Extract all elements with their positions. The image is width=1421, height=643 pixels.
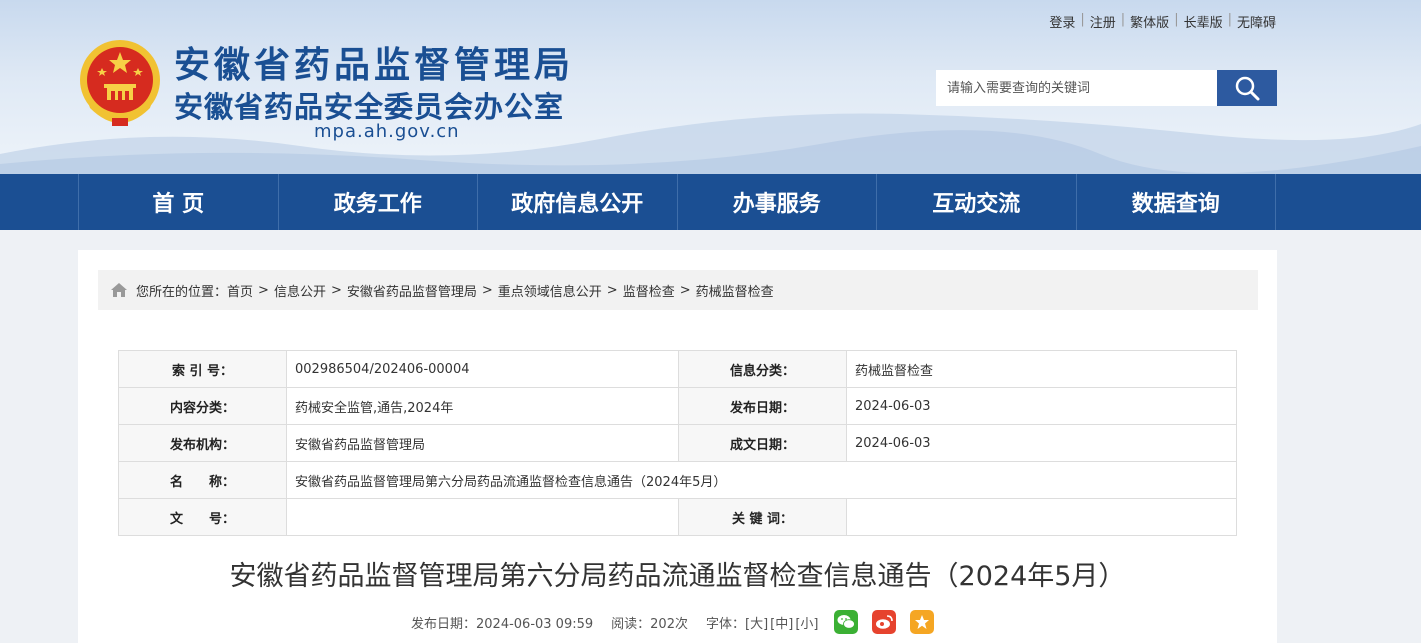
- table-row: 索 引 号： 002986504/202406-00004 信息分类： 药械监督…: [118, 350, 1237, 388]
- site-header: 安徽省药品监督管理局 安徽省药品安全委员会办公室 mpa.ah.gov.cn 登…: [0, 0, 1421, 174]
- doc-no-value: [286, 498, 679, 536]
- search-input[interactable]: [936, 70, 1217, 106]
- content-type-label: 内容分类：: [118, 387, 287, 425]
- name-value: 安徽省药品监督管理局第六分局药品流通监督检查信息通告（2024年5月）: [286, 461, 1237, 499]
- name-label: 名 称：: [118, 461, 287, 499]
- org-value: 安徽省药品监督管理局: [286, 424, 679, 462]
- breadcrumb-prefix: 您所在的位置：: [136, 284, 228, 300]
- nav-interaction[interactable]: 互动交流: [877, 174, 1077, 230]
- main-nav: 首 页 政务工作 政府信息公开 办事服务 互动交流 数据查询: [0, 174, 1421, 230]
- link-separator: |: [1120, 12, 1126, 27]
- font-medium-button[interactable]: [中]: [770, 613, 793, 632]
- share-wechat-button[interactable]: [834, 610, 859, 634]
- category-label: 信息分类：: [678, 350, 847, 388]
- wechat-icon: [837, 615, 856, 629]
- national-emblem-icon: [80, 40, 160, 126]
- keywords-label: 关 键 词：: [678, 498, 847, 536]
- site-domain: mpa.ah.gov.cn: [314, 121, 460, 142]
- share-weibo-button[interactable]: [872, 610, 897, 634]
- article-title: 安徽省药品监督管理局第六分局药品流通监督检查信息通告（2024年5月）: [229, 561, 1126, 592]
- info-metadata-table: 索 引 号： 002986504/202406-00004 信息分类： 药械监督…: [118, 350, 1237, 536]
- publish-date-value: 2024-06-03: [846, 387, 1237, 425]
- main-content: 您所在的位置： 首页 > 信息公开 > 安徽省药品监督管理局 > 重点领域信息公…: [78, 250, 1277, 643]
- register-link[interactable]: 注册: [1090, 12, 1116, 31]
- created-date-label: 成文日期：: [678, 424, 847, 462]
- font-large-button[interactable]: [大]: [745, 613, 768, 632]
- breadcrumb-item[interactable]: 药械监督检查: [696, 281, 774, 300]
- breadcrumb-item[interactable]: 监督检查: [623, 281, 675, 300]
- view-count: 阅读：202次: [611, 616, 688, 632]
- breadcrumb-separator: >: [481, 282, 493, 298]
- table-row: 内容分类： 药械安全监管,通告,2024年 发布日期： 2024-06-03: [118, 387, 1237, 425]
- index-value: 002986504/202406-00004: [286, 350, 679, 388]
- weibo-icon: [876, 615, 894, 629]
- org-label: 发布机构：: [118, 424, 287, 462]
- top-links: 登录 | 注册 | 繁体版 | 长辈版 | 无障碍: [1049, 12, 1276, 31]
- breadcrumb-separator: >: [330, 282, 342, 298]
- breadcrumb: 您所在的位置： 首页 > 信息公开 > 安徽省药品监督管理局 > 重点领域信息公…: [98, 270, 1258, 310]
- nav-services[interactable]: 办事服务: [678, 174, 877, 230]
- created-date-value: 2024-06-03: [846, 424, 1237, 462]
- accessibility-link[interactable]: 无障碍: [1237, 12, 1276, 31]
- breadcrumb-separator: >: [679, 282, 691, 298]
- star-icon: [915, 615, 930, 629]
- breadcrumb-item[interactable]: 重点领域信息公开: [498, 281, 602, 300]
- link-separator: |: [1080, 12, 1085, 27]
- font-small-button[interactable]: [小]: [795, 613, 818, 632]
- publish-date-label: 发布日期：: [678, 387, 847, 425]
- elder-version-link[interactable]: 长辈版: [1184, 12, 1223, 31]
- doc-no-label: 文 号：: [118, 498, 287, 536]
- table-row: 文 号： 关 键 词：: [118, 498, 1237, 536]
- search-icon: [1235, 76, 1260, 101]
- home-icon: [111, 283, 127, 297]
- link-separator: |: [1227, 12, 1232, 27]
- traditional-chinese-link[interactable]: 繁体版: [1130, 12, 1169, 31]
- content-type-value: 药械安全监管,通告,2024年: [286, 387, 679, 425]
- table-row: 名 称： 安徽省药品监督管理局第六分局药品流通监督检查信息通告（2024年5月）: [118, 461, 1237, 499]
- link-separator: |: [1174, 12, 1179, 27]
- breadcrumb-separator: >: [606, 282, 618, 298]
- publish-datetime: 发布日期：2024-06-03 09:59: [411, 616, 594, 632]
- nav-data-query[interactable]: 数据查询: [1077, 174, 1276, 230]
- nav-government-work[interactable]: 政务工作: [279, 174, 478, 230]
- login-link[interactable]: 登录: [1049, 12, 1075, 31]
- index-label: 索 引 号：: [118, 350, 287, 388]
- site-title: 安徽省药品监督管理局: [174, 45, 575, 86]
- breadcrumb-item[interactable]: 安徽省药品监督管理局: [347, 281, 477, 300]
- keywords-value: [846, 498, 1237, 536]
- breadcrumb-item[interactable]: 首页: [227, 281, 253, 300]
- nav-home[interactable]: 首 页: [79, 174, 279, 230]
- nav-info-disclosure[interactable]: 政府信息公开: [478, 174, 678, 230]
- table-row: 发布机构： 安徽省药品监督管理局 成文日期： 2024-06-03: [118, 424, 1237, 462]
- search-button[interactable]: [1217, 70, 1277, 106]
- category-value: 药械监督检查: [846, 350, 1237, 388]
- breadcrumb-item[interactable]: 信息公开: [274, 281, 326, 300]
- search-bar: [936, 70, 1277, 106]
- site-subtitle: 安徽省药品安全委员会办公室: [174, 90, 565, 124]
- article-info-bar: 发布日期：2024-06-03 09:59 阅读：202次 字体： [大] [中…: [411, 608, 935, 636]
- favorite-button[interactable]: [910, 610, 935, 634]
- breadcrumb-separator: >: [258, 282, 269, 298]
- font-size-label: 字体：: [705, 616, 745, 632]
